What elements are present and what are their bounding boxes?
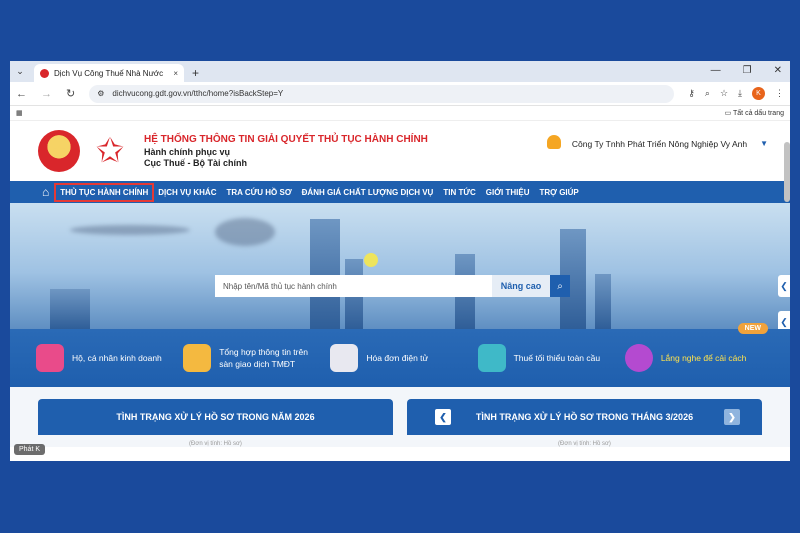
card-title: TÌNH TRẠNG XỬ LÝ HỒ SƠ TRONG THÁNG 3/202… [475, 412, 694, 422]
url-field[interactable]: ⚙ dichvucong.gdt.gov.vn/tthc/home?isBack… [89, 84, 675, 103]
page-scrollbar[interactable] [784, 142, 790, 202]
hero-banner: Nâng cao ⌕ ❮ ❮ [10, 203, 790, 329]
minimize-icon[interactable]: — [711, 65, 721, 76]
side-panel-arrow-icon[interactable]: ❮ [778, 275, 790, 297]
skyscraper-shape [310, 219, 340, 329]
nav-gioi-thieu[interactable]: GIỚI THIỆU [481, 184, 535, 201]
stats-cards: TÌNH TRẠNG XỬ LÝ HỒ SƠ TRONG NĂM 2026 (Đ… [10, 387, 790, 447]
tax-logo-icon: ✩ [95, 132, 125, 170]
prev-month-button[interactable]: ❮ [435, 409, 451, 425]
service-label: Tổng hợp thông tin trên sàn giao dịch TM… [219, 347, 308, 369]
cloud-shape [70, 225, 190, 235]
back-icon[interactable]: ← [16, 88, 27, 100]
advanced-search-button[interactable]: Nâng cao [492, 275, 550, 297]
skyscraper-shape [50, 289, 90, 329]
side-panel-arrow-icon[interactable]: ❮ [778, 311, 790, 329]
listen-feedback-icon [624, 344, 653, 372]
tab-strip: ⌄ Dịch Vụ Công Thuế Nhà Nước × + — ❐ ✕ [10, 61, 790, 82]
site-header: ★ ✩ HỆ THỐNG THÔNG TIN GIẢI QUYẾT THỦ TỤ… [10, 121, 790, 181]
monthly-status-card: ❮ TÌNH TRẠNG XỬ LÝ HỒ SƠ TRONG THÁNG 3/2… [407, 399, 762, 447]
household-business-icon [36, 344, 64, 372]
main-nav: ⌂ THỦ TỤC HÀNH CHÍNH DỊCH VỤ KHÁC TRA CỨ… [10, 181, 790, 203]
new-badge: NEW [737, 323, 768, 334]
search-icon[interactable]: ⌕ [550, 275, 570, 297]
procedure-search-input[interactable] [215, 275, 492, 297]
global-tax-icon [477, 344, 506, 372]
browser-menu-icon[interactable]: ⋮ [775, 88, 784, 99]
nav-tra-cuu-ho-so[interactable]: TRA CỨU HỒ SƠ [221, 184, 296, 201]
service-label: Lắng nghe để cải cách [660, 353, 747, 363]
next-month-button[interactable]: ❯ [724, 409, 740, 425]
skyscraper-shape [595, 274, 611, 329]
system-title: HỆ THỐNG THÔNG TIN GIẢI QUYẾT THỦ TỤC HÀ… [144, 134, 428, 145]
e-invoice-icon [330, 344, 359, 372]
nav-dich-vu-khac[interactable]: DỊCH VỤ KHÁC [153, 184, 221, 201]
password-key-icon[interactable]: ⚷ [688, 88, 695, 99]
address-bar: ← → ↻ ⚙ dichvucong.gdt.gov.vn/tthc/home?… [10, 82, 790, 106]
overlay-label: Phát K [14, 444, 46, 455]
service-label: Hộ, cá nhân kinh doanh [72, 353, 162, 363]
service-household-business[interactable]: Hộ, cá nhân kinh doanh [36, 344, 175, 372]
bookmark-star-icon[interactable]: ☆ [720, 88, 728, 99]
site-info-icon[interactable]: ⚙ [97, 89, 104, 98]
nav-thu-tuc-hanh-chinh[interactable]: THỦ TỤC HÀNH CHÍNH [54, 182, 155, 202]
nav-danh-gia-chat-luong[interactable]: ĐÁNH GIÁ CHẤT LƯỢNG DỊCH VỤ [297, 184, 439, 201]
ecommerce-report-icon [183, 344, 212, 372]
agency-subtitle: Cục Thuế - Bộ Tài chính [144, 158, 247, 168]
nav-tro-giup[interactable]: TRỢ GIÚP [534, 184, 583, 201]
service-subtitle: Hành chính phục vụ [144, 147, 231, 157]
cloud-shape [215, 218, 275, 246]
all-bookmarks-button[interactable]: ▭ Tất cả dấu trang [725, 109, 784, 117]
service-global-tax[interactable]: Thuế tối thiểu toàn cầu [477, 344, 617, 372]
download-icon[interactable]: ⤓ [738, 88, 742, 99]
new-tab-button[interactable]: + [192, 66, 199, 80]
home-icon[interactable]: ⌂ [42, 185, 49, 199]
site-favicon-icon [40, 68, 49, 78]
yearly-status-card: TÌNH TRẠNG XỬ LÝ HỒ SƠ TRONG NĂM 2026 (Đ… [38, 399, 393, 447]
forward-icon[interactable]: → [41, 88, 52, 100]
reload-icon[interactable]: ↻ [66, 87, 75, 100]
service-e-invoice[interactable]: Hóa đơn điện tử [330, 344, 469, 372]
browser-tab[interactable]: Dịch Vụ Công Thuế Nhà Nước × [34, 64, 184, 82]
national-emblem-icon: ★ [38, 130, 80, 172]
nav-tin-tuc[interactable]: TIN TỨC [438, 184, 480, 201]
tab-title: Dịch Vụ Công Thuế Nhà Nước [54, 68, 164, 78]
service-ecommerce-report[interactable]: Tổng hợp thông tin trên sàn giao dịch TM… [183, 344, 322, 372]
search-bar: Nâng cao ⌕ [215, 275, 570, 297]
service-listen-feedback[interactable]: Lắng nghe để cải cách [624, 344, 764, 372]
profile-avatar[interactable]: K [752, 87, 765, 100]
tab-close-icon[interactable]: × [173, 69, 178, 78]
apps-grid-icon[interactable]: ▦ [16, 109, 23, 117]
services-band: NEW Hộ, cá nhân kinh doanh Tổng hợp thôn… [10, 323, 790, 387]
bookmarks-bar: ▦ ▭ Tất cả dấu trang [10, 106, 790, 121]
company-name[interactable]: Công Ty Tnhh Phát Triển Nông Nghiệp Vy A… [567, 135, 752, 153]
url-text: dichvucong.gdt.gov.vn/tthc/home?isBackSt… [112, 89, 284, 98]
card-title: TÌNH TRẠNG XỬ LÝ HỒ SƠ TRONG NĂM 2026 [116, 412, 315, 422]
chevron-down-icon[interactable]: ▼ [760, 139, 768, 148]
close-window-icon[interactable]: ✕ [774, 65, 782, 76]
unit-note: (Đơn vị tính: Hồ sơ) [189, 441, 242, 447]
account-menu[interactable]: Công Ty Tnhh Phát Triển Nông Nghiệp Vy A… [547, 135, 768, 153]
unit-note: (Đơn vị tính: Hồ sơ) [558, 441, 611, 447]
restore-icon[interactable]: ❐ [743, 65, 752, 76]
service-label: Hóa đơn điện tử [366, 353, 429, 363]
notification-bell-icon[interactable] [547, 135, 561, 149]
tab-search-icon[interactable]: ⌄ [10, 61, 30, 82]
zoom-icon[interactable]: ⌕ [705, 88, 710, 99]
browser-window: ⌄ Dịch Vụ Công Thuế Nhà Nước × + — ❐ ✕ ←… [10, 61, 790, 461]
mouse-cursor-highlight [364, 253, 378, 267]
service-label: Thuế tối thiểu toàn cầu [513, 353, 601, 363]
